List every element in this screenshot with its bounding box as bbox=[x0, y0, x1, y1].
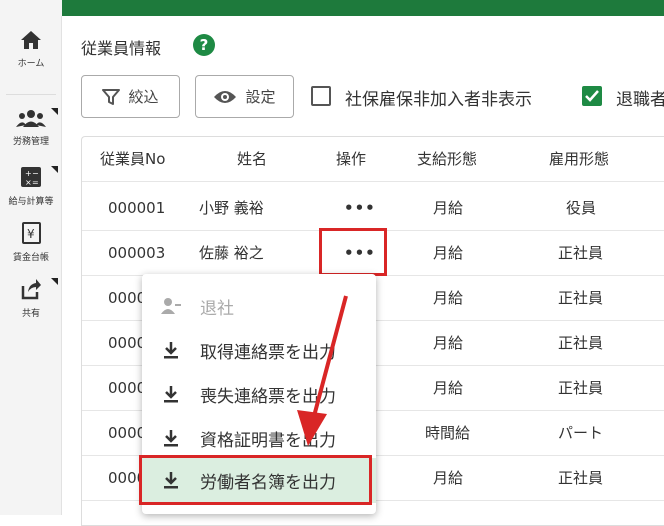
sidebar-item-payroll[interactable]: + − × = 給与計算等 bbox=[0, 166, 62, 207]
svg-text:+: + bbox=[25, 169, 32, 178]
filter-button-label: 絞込 bbox=[128, 88, 159, 106]
filter-button[interactable]: 絞込 bbox=[81, 75, 180, 118]
cell-name: 小野 義裕 bbox=[199, 199, 264, 217]
help-icon[interactable]: ? bbox=[193, 34, 215, 56]
table-row[interactable]: 000001 小野 義裕 ••• 月給 役員 bbox=[82, 186, 664, 231]
cell-no: 000001 bbox=[108, 199, 166, 217]
cell-no: 0000 bbox=[108, 424, 147, 442]
header-operation: 操作 bbox=[336, 150, 367, 168]
svg-text:−: − bbox=[32, 169, 39, 178]
retired-checkbox[interactable] bbox=[582, 86, 602, 106]
sidebar-item-labor[interactable]: 労務管理 bbox=[0, 108, 62, 147]
menu-item-label: 喪失連絡票を出力 bbox=[200, 386, 336, 407]
svg-text:×: × bbox=[25, 178, 32, 187]
cell-pay: 月給 bbox=[433, 244, 464, 262]
menu-item-label: 取得連絡票を出力 bbox=[200, 342, 336, 363]
filter-icon bbox=[102, 88, 121, 105]
header-pay-type[interactable]: 支給形態 bbox=[417, 137, 477, 182]
cell-no: 0000 bbox=[108, 379, 147, 397]
download-icon bbox=[164, 342, 178, 359]
sidebar-item-wage-ledger[interactable]: ¥ 賃金台帳 bbox=[0, 222, 62, 263]
person-remove-icon bbox=[161, 298, 181, 314]
ledger-icon: ¥ bbox=[22, 222, 41, 244]
share-icon bbox=[21, 279, 41, 300]
cell-no: 0000 bbox=[108, 334, 147, 352]
annotation-highlight-box bbox=[319, 228, 387, 276]
sidebar-item-label: 給与計算等 bbox=[8, 197, 54, 207]
sidebar-item-label: 賃金台帳 bbox=[12, 253, 49, 263]
cell-emp: 役員 bbox=[566, 199, 597, 217]
menu-item-label: 退社 bbox=[200, 298, 234, 319]
download-icon bbox=[164, 386, 178, 403]
eye-icon bbox=[214, 90, 237, 103]
cell-name: 佐藤 裕之 bbox=[199, 244, 264, 262]
svg-text:¥: ¥ bbox=[27, 227, 35, 241]
cell-emp: パート bbox=[558, 424, 604, 442]
menu-item-retire: 退社 bbox=[142, 284, 376, 328]
home-icon bbox=[21, 31, 41, 49]
cell-emp: 正社員 bbox=[558, 379, 604, 397]
cell-pay: 月給 bbox=[433, 334, 464, 352]
sidebar-item-label: 労務管理 bbox=[12, 137, 49, 147]
row-menu-button[interactable]: ••• bbox=[344, 186, 376, 231]
header-employment-type[interactable]: 雇用形態 bbox=[549, 137, 609, 182]
settings-button-label: 設定 bbox=[245, 88, 276, 106]
cell-pay: 月給 bbox=[433, 289, 464, 307]
svg-text:=: = bbox=[32, 178, 39, 187]
menu-item-export-acquisition[interactable]: 取得連絡票を出力 bbox=[142, 328, 376, 372]
cell-no: 0000 bbox=[108, 289, 147, 307]
sidebar-item-label: 共有 bbox=[21, 309, 40, 319]
hide-uninsured-label: 社保雇保非加入者非表示 bbox=[345, 90, 532, 110]
cell-emp: 正社員 bbox=[558, 289, 604, 307]
sidebar-item-home[interactable]: ホーム bbox=[0, 30, 62, 69]
menu-item-export-certificate[interactable]: 資格証明書を出力 bbox=[142, 416, 376, 460]
download-icon bbox=[164, 430, 178, 447]
sidebar: ホーム 労務管理 + − × = 給与計算等 ¥ 賃金台帳 共有 bbox=[0, 16, 62, 515]
menu-item-export-loss[interactable]: 喪失連絡票を出力 bbox=[142, 372, 376, 416]
cell-emp: 正社員 bbox=[558, 334, 604, 352]
cell-pay: 月給 bbox=[433, 199, 464, 217]
cell-pay: 時間給 bbox=[425, 424, 471, 442]
cell-no: 000003 bbox=[108, 244, 166, 262]
menu-item-label: 資格証明書を出力 bbox=[200, 430, 336, 451]
annotation-highlight-box bbox=[139, 455, 372, 505]
calculator-icon: + −× = bbox=[21, 167, 41, 187]
cell-emp: 正社員 bbox=[558, 244, 604, 262]
sidebar-item-share[interactable]: 共有 bbox=[0, 278, 62, 319]
cell-pay: 月給 bbox=[433, 469, 464, 487]
retired-label: 退職者 bbox=[616, 90, 664, 110]
header-name[interactable]: 姓名 bbox=[237, 137, 267, 182]
header-employee-no[interactable]: 従業員No bbox=[100, 137, 165, 182]
people-icon bbox=[16, 110, 46, 127]
cell-pay: 月給 bbox=[433, 379, 464, 397]
hide-uninsured-checkbox[interactable] bbox=[311, 86, 331, 106]
cell-emp: 正社員 bbox=[558, 469, 604, 487]
page-title: 従業員情報 bbox=[81, 39, 162, 58]
top-bar bbox=[0, 0, 664, 16]
check-icon bbox=[585, 90, 599, 102]
table-header: 従業員No 姓名 操作 支給形態 雇用形態 bbox=[82, 137, 664, 182]
sidebar-item-label: ホーム bbox=[17, 59, 45, 69]
settings-button[interactable]: 設定 bbox=[195, 75, 294, 118]
